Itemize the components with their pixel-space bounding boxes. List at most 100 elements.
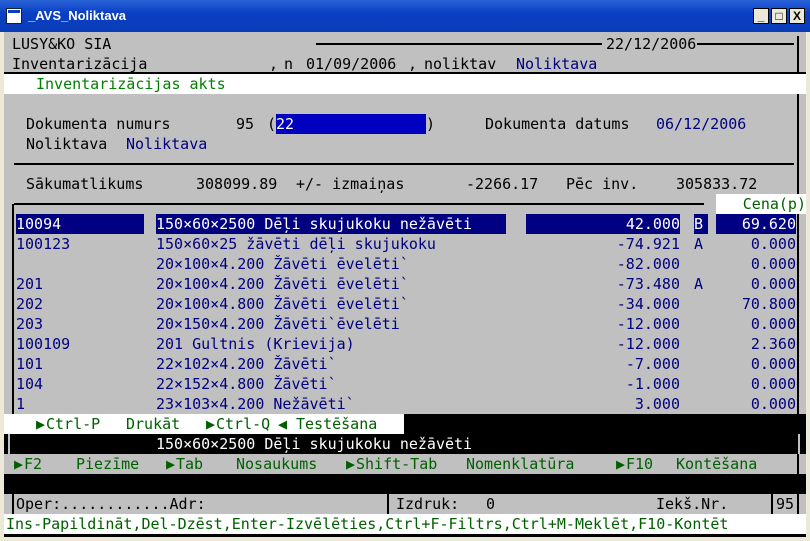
console-area: LUSY&KO SIA 22/12/2006 Inventarizācija ,… (4, 32, 806, 537)
row-price: 0.000 (750, 395, 796, 413)
warehouse-name: Noliktava (516, 55, 598, 73)
row-name: 20×100×4.800 Žāvēti ēvelēti` (156, 295, 409, 313)
hotkey-print-label[interactable]: Drukāt (126, 414, 180, 434)
hotkey-f10[interactable]: F10 (626, 454, 653, 474)
row-flag (694, 334, 708, 354)
row-flag: B (694, 214, 708, 234)
frame-right-form (797, 94, 799, 198)
row-flag (694, 254, 708, 274)
table-top-rule (14, 203, 704, 205)
hotkey-test-label[interactable]: Testēšana (296, 414, 377, 434)
row-code: 10094 (16, 214, 144, 234)
doc-date-value[interactable]: 06/12/2006 (656, 114, 746, 134)
hotkey-f2[interactable]: F2 (24, 454, 42, 474)
close-button[interactable]: X (789, 8, 805, 24)
print-count-value: 0 (486, 495, 496, 513)
row-flag (694, 314, 708, 334)
f2-arrow-icon: ▶ (14, 455, 24, 473)
row-price: 0.000 (750, 315, 796, 333)
hotkey-nomenclature-label[interactable]: Nomenklatūra (466, 454, 574, 474)
app-window: _AVS_Noliktava _ □ X LUSY&KO SIA 22/12/2… (0, 0, 810, 541)
help-line: Ins-Papildināt,Del-Dzēst,Enter-Izvēlētie… (6, 515, 729, 533)
header-rule-right (697, 43, 794, 45)
row-price: 0.000 (750, 255, 796, 273)
row-code: 100123 (16, 235, 71, 253)
ctrl-q-arrow-icon: ▶ (206, 415, 216, 433)
status-right-border (797, 494, 799, 514)
row-price: 0.000 (750, 355, 796, 373)
row-price: 2.360 (750, 335, 796, 353)
header-sep2: , (408, 55, 418, 73)
hotkey-accounting-label[interactable]: Kontēšana (676, 454, 757, 474)
row-quantity: 42.000 (526, 214, 680, 234)
section-title: Inventarizācijas akts (36, 75, 226, 93)
row-name: 22×152×4.800 Žāvēti` (156, 375, 337, 393)
row-flag: A (694, 235, 704, 253)
internal-number-label: Iekš.Nr. (656, 495, 729, 513)
title-bar[interactable]: _AVS_Noliktava _ □ X (0, 0, 810, 32)
row-code: 201 (16, 275, 44, 293)
status-left-border (12, 494, 14, 514)
right-edge (798, 434, 800, 454)
row-code: 100109 (16, 335, 71, 353)
doc-num-input[interactable]: 22 (276, 114, 426, 134)
row-code: 202 (16, 295, 44, 313)
module-name: Inventarizācija (12, 55, 148, 73)
row-flag (694, 294, 708, 314)
row-name: 20×100×4.200 Žāvēti ēvelēti` (156, 255, 409, 273)
hotkey-name-label[interactable]: Nosaukums (236, 454, 317, 474)
table-right-border (797, 214, 799, 414)
form-warehouse-value[interactable]: Noliktava (126, 134, 207, 154)
current-item-name: 150×60×2500 Dēļi skujukoku nežāvēti (156, 435, 473, 453)
row-quantity: 3.000 (634, 395, 680, 413)
row-code: 1 (16, 395, 26, 413)
minimize-button[interactable]: _ (753, 8, 769, 24)
row-quantity: -82.000 (616, 255, 680, 273)
row-flag: A (694, 275, 704, 293)
change-value: -2266.17 (466, 175, 539, 193)
frame-right-top (797, 36, 799, 72)
row-code: 101 (16, 355, 44, 373)
after-inv-value: 305833.72 (676, 175, 758, 193)
form-warehouse-label: Noliktava (26, 135, 108, 153)
row-price: 69.620 (716, 214, 796, 234)
shift-tab-arrow-icon: ▶ (346, 455, 356, 473)
row-flag (694, 354, 708, 374)
hotkey-tab[interactable]: Tab (176, 454, 203, 474)
header-sep1: , (269, 55, 279, 73)
doc-num-paren-open: ( (267, 115, 277, 133)
hotkey-shift-tab[interactable]: Shift-Tab (356, 454, 437, 474)
status-divider-2 (771, 494, 773, 514)
console-icon (6, 8, 22, 24)
row-code: 104 (16, 375, 44, 393)
row-flag (694, 394, 708, 414)
operator-field: Oper:............Adr: (16, 495, 206, 513)
row-quantity: -34.000 (616, 295, 680, 313)
f10-arrow-icon: ▶ (616, 455, 626, 473)
after-inv-label: Pēc inv. (566, 175, 639, 193)
maximize-button[interactable]: □ (771, 8, 787, 24)
doc-date-label: Dokumenta datums (485, 115, 630, 133)
row-code: 203 (16, 315, 44, 333)
row-price: 0.000 (750, 235, 796, 253)
doc-num-paren-close: ) (426, 115, 436, 133)
warehouse-label: noliktav (424, 55, 497, 73)
row-quantity: -7.000 (625, 355, 680, 373)
ctrl-q-left-arrow-icon: ◀ (278, 415, 288, 433)
row-price: 70.800 (741, 295, 796, 313)
hotkey-ctrl-p[interactable]: Ctrl-P (46, 414, 100, 434)
n-label: n (284, 55, 294, 73)
internal-number-value: 95 (776, 495, 795, 513)
hotkey-ctrl-q[interactable]: Ctrl-Q (216, 414, 270, 434)
row-quantity: -74.921 (616, 235, 680, 253)
hotkey-note-label[interactable]: Piezīme (76, 454, 139, 474)
print-count-label: Izdruk: (396, 495, 460, 513)
row-quantity: -1.000 (625, 375, 680, 393)
row-flag (694, 374, 708, 394)
company-name: LUSY&KO SIA (12, 35, 112, 53)
row-name: 150×60×25 žāvēti dēļi skujukoku (156, 235, 436, 253)
header-date: 22/12/2006 (606, 35, 697, 53)
row-name: 150×60×2500 Dēļi skujukoku nežāvēti (156, 214, 506, 234)
tab-arrow-icon: ▶ (166, 455, 176, 473)
table-left-border (12, 204, 14, 414)
